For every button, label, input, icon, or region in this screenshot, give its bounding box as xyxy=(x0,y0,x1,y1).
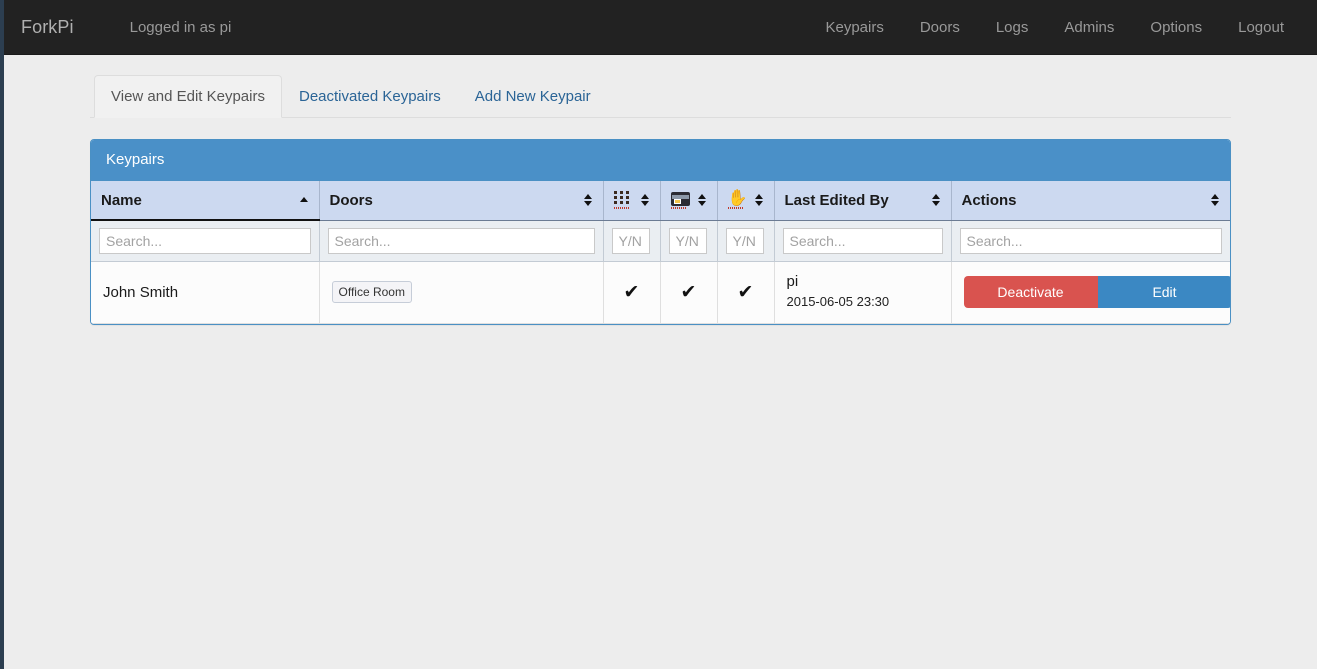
search-input-fingerprint[interactable] xyxy=(725,227,764,254)
tab-deactivated-keypairs[interactable]: Deactivated Keypairs xyxy=(282,75,458,118)
check-icon: ✔ xyxy=(737,281,754,303)
filter-cell-keypad xyxy=(602,220,660,262)
navbar-right-menu: Keypairs Doors Logs Admins Options Logou… xyxy=(807,0,1302,55)
row-action-button-group: Deactivate Edit xyxy=(963,276,1230,308)
cell-doors: Office Room xyxy=(318,261,603,324)
tab-add-new-keypair[interactable]: Add New Keypair xyxy=(458,75,608,118)
nav-item-logs[interactable]: Logs xyxy=(978,0,1047,55)
sort-toggle-icon[interactable] xyxy=(583,193,593,207)
check-icon: ✔ xyxy=(623,281,640,303)
login-status-link[interactable]: Logged in as pi xyxy=(112,0,250,55)
table-header: Name Doors ✋ Last Edited By Actions Sear… xyxy=(91,181,1230,262)
filter-cell-doors xyxy=(318,220,603,262)
table-row[interactable]: John Smith Office Room ✔ ✔ ✔ pi 2015-06-… xyxy=(91,261,1230,324)
cell-name: John Smith xyxy=(91,261,319,324)
column-header-actions[interactable]: Actions xyxy=(950,181,1230,221)
keypad-icon xyxy=(613,191,630,210)
sort-toggle-icon[interactable] xyxy=(640,193,650,207)
brand-logo[interactable]: ForkPi xyxy=(21,18,84,36)
nav-item-admins[interactable]: Admins xyxy=(1046,0,1132,55)
filter-cell-name xyxy=(91,220,319,262)
column-header-card[interactable] xyxy=(659,181,717,221)
keypairs-panel: Keypairs Name Doors ✋ Last Edited By Act… xyxy=(90,139,1231,325)
filter-cell-last-edited-by xyxy=(773,220,951,262)
sort-toggle-icon[interactable] xyxy=(931,193,941,207)
column-header-keypad[interactable] xyxy=(602,181,660,221)
cell-card: ✔ xyxy=(659,261,717,324)
cell-fingerprint: ✔ xyxy=(716,261,774,324)
nav-item-keypairs[interactable]: Keypairs xyxy=(807,0,901,55)
search-input-card[interactable] xyxy=(668,227,707,254)
keypairs-table: Name Doors ✋ Last Edited By Actions Sear… xyxy=(91,181,1230,324)
nav-item-logout[interactable]: Logout xyxy=(1220,0,1302,55)
search-input-name[interactable] xyxy=(99,227,311,254)
column-label-last-edited-by: Last Edited By xyxy=(784,191,889,209)
deactivate-button[interactable]: Deactivate xyxy=(963,276,1098,308)
filter-cell-fingerprint xyxy=(716,220,774,262)
cell-last-edited-by: pi 2015-06-05 23:30 xyxy=(773,261,951,324)
search-input-doors[interactable] xyxy=(327,227,595,254)
filter-cell-card xyxy=(659,220,717,262)
nav-item-options[interactable]: Options xyxy=(1132,0,1220,55)
keypairs-tab-bar: View and Edit Keypairs Deactivated Keypa… xyxy=(90,75,1231,118)
door-tag[interactable]: Office Room xyxy=(331,281,412,303)
sort-toggle-icon[interactable] xyxy=(754,193,764,207)
sort-ascending-icon[interactable] xyxy=(299,193,309,207)
last-edited-timestamp: 2015-06-05 23:30 xyxy=(786,294,890,309)
filter-cell-actions xyxy=(950,220,1230,262)
column-label-actions: Actions xyxy=(961,191,1017,209)
edit-button[interactable]: Edit xyxy=(1097,276,1230,308)
search-input-keypad[interactable] xyxy=(611,227,650,254)
tab-view-and-edit-keypairs[interactable]: View and Edit Keypairs xyxy=(94,75,282,118)
panel-title: Keypairs xyxy=(91,140,1230,181)
column-header-name[interactable]: Name xyxy=(91,181,319,221)
last-edited-by-user: pi xyxy=(786,273,799,290)
fingerprint-hand-icon: ✋ xyxy=(727,189,748,209)
search-input-last-edited-by[interactable] xyxy=(782,227,943,254)
page-container: View and Edit Keypairs Deactivated Keypa… xyxy=(90,55,1231,325)
table-body: John Smith Office Room ✔ ✔ ✔ pi 2015-06-… xyxy=(91,261,1230,324)
column-header-doors[interactable]: Doors xyxy=(318,181,603,221)
column-header-fingerprint[interactable]: ✋ xyxy=(716,181,774,221)
column-header-last-edited-by[interactable]: Last Edited By xyxy=(773,181,951,221)
cell-actions: Deactivate Edit xyxy=(950,261,1230,324)
cell-keypad: ✔ xyxy=(602,261,660,324)
top-navbar: ForkPi Logged in as pi Keypairs Doors Lo… xyxy=(4,0,1317,55)
card-icon xyxy=(670,191,690,209)
sort-toggle-icon[interactable] xyxy=(697,193,707,207)
sort-toggle-icon[interactable] xyxy=(1211,193,1220,207)
navbar-left-group: ForkPi Logged in as pi xyxy=(21,0,249,55)
column-label-doors: Doors xyxy=(329,191,373,209)
check-icon: ✔ xyxy=(680,281,697,303)
nav-item-doors[interactable]: Doors xyxy=(902,0,978,55)
column-label-name: Name xyxy=(101,191,142,209)
table-filter-row xyxy=(91,220,1230,262)
table-header-row: Name Doors ✋ Last Edited By Actions xyxy=(91,181,1230,221)
search-input-actions[interactable] xyxy=(959,227,1222,254)
